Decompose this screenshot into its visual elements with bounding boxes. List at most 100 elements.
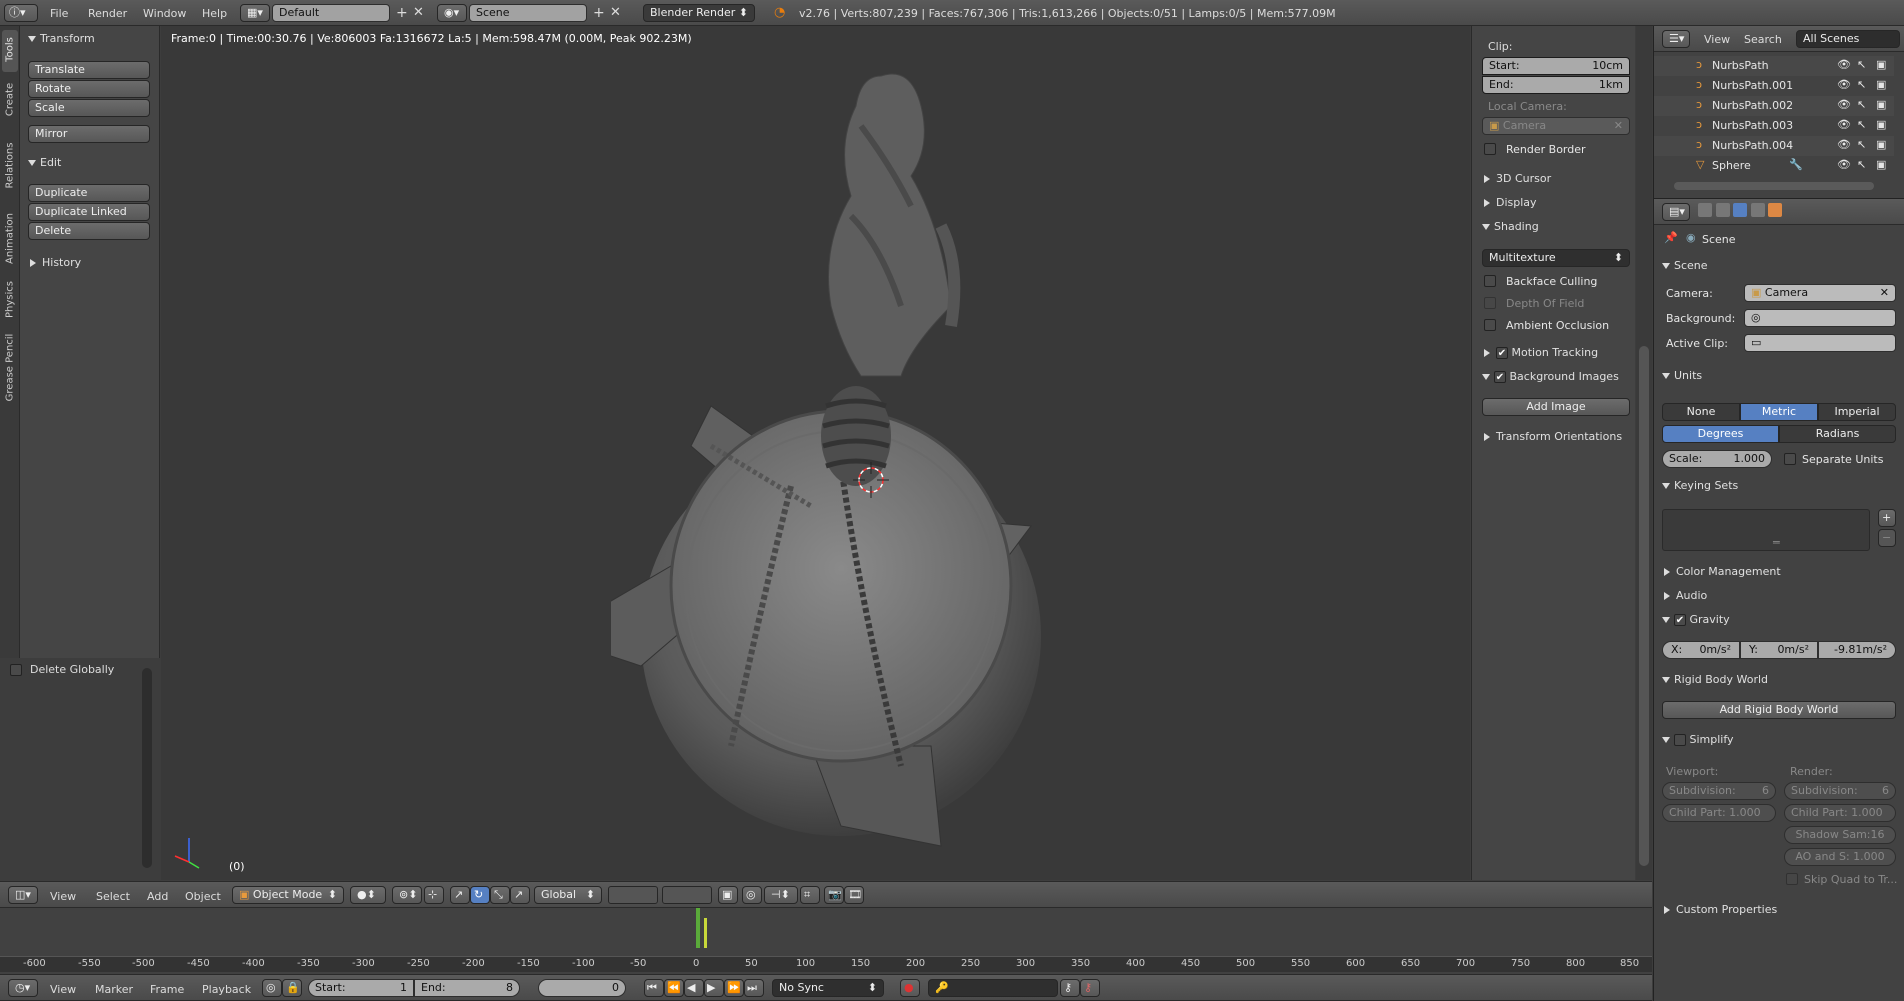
render-engine-select[interactable]: Blender Render ⬍: [643, 4, 755, 22]
transform-orientation-select[interactable]: Global ⬍: [534, 886, 602, 904]
simplify-render-child-particles-field[interactable]: Child Part: 1.000: [1784, 804, 1896, 822]
clip-start-field[interactable]: Start: 10cm: [1482, 57, 1630, 75]
opengl-render-button[interactable]: 📷: [824, 886, 844, 904]
operator-panel-scrollbar[interactable]: [142, 668, 152, 868]
skip-quad-checkbox[interactable]: [1786, 873, 1798, 885]
select-cursor-icon[interactable]: ↖: [1857, 158, 1866, 171]
outliner-row[interactable]: ↄ NurbsPath.002 👁 ↖ ▣: [1654, 96, 1894, 116]
tab-relations[interactable]: Relations: [2, 126, 18, 206]
timeline-area[interactable]: -600 -550 -500 -450 -400 -350 -300 -250 …: [0, 908, 1652, 974]
render-tab-icon[interactable]: [1698, 203, 1712, 217]
play-reverse-button[interactable]: ◀: [684, 979, 704, 997]
3d-viewport[interactable]: Frame:0 | Time:00:30.76 | Ve:806003 Fa:1…: [161, 26, 1470, 880]
backface-culling-checkbox[interactable]: [1484, 275, 1496, 287]
units-panel-header[interactable]: Units: [1662, 369, 1702, 382]
background-images-checkbox[interactable]: [1494, 371, 1506, 383]
jump-keyframe-forward-button[interactable]: ⏩: [724, 979, 744, 997]
pivot-point-select[interactable]: ⊚⬍: [392, 886, 422, 904]
timeline-menu-playback[interactable]: Playback: [202, 983, 251, 996]
add-layout-icon[interactable]: +: [396, 5, 408, 21]
translate-button[interactable]: Translate: [28, 61, 150, 79]
snap-element-button[interactable]: ⊣⬍: [764, 886, 798, 904]
outliner-row[interactable]: ↄ NurbsPath.003 👁 ↖ ▣: [1654, 116, 1894, 136]
texture-tab-icon[interactable]: [1768, 203, 1782, 217]
jump-start-button[interactable]: ⏮: [644, 979, 664, 997]
simplify-render-subdivision-field[interactable]: Subdivision: 6: [1784, 782, 1896, 800]
viewport-shading-select[interactable]: ●⬍: [350, 886, 386, 904]
audio-panel-header[interactable]: Audio: [1664, 589, 1707, 602]
start-frame-field[interactable]: Start: 1: [308, 979, 414, 997]
lock-range-button[interactable]: 🔒: [282, 979, 302, 997]
menu-render[interactable]: Render: [88, 7, 127, 20]
interaction-mode-select[interactable]: ▣ Object Mode ⬍: [232, 886, 344, 904]
proportional-edit-button[interactable]: ◎: [742, 886, 762, 904]
motion-tracking-panel-header[interactable]: Motion Tracking: [1484, 346, 1598, 359]
shading-mode-select[interactable]: Multitexture ⬍: [1482, 249, 1630, 267]
scale-button[interactable]: Scale: [28, 99, 150, 117]
layer-buttons-group-2[interactable]: [662, 886, 712, 904]
scene-panel-header[interactable]: Scene: [1662, 259, 1708, 272]
viewport-scrollbar[interactable]: [1636, 26, 1652, 880]
keying-set-field[interactable]: 🔑: [928, 979, 1058, 997]
auto-keying-button[interactable]: ●: [900, 979, 920, 997]
rotate-button[interactable]: Rotate: [28, 80, 150, 98]
lock-layers-button[interactable]: ▣: [718, 886, 738, 904]
color-management-panel-header[interactable]: Color Management: [1664, 565, 1781, 578]
outliner-menu-view[interactable]: View: [1704, 33, 1730, 46]
keying-sets-panel-header[interactable]: Keying Sets: [1662, 479, 1738, 492]
simplify-checkbox[interactable]: [1674, 734, 1686, 746]
info-editor-type-button[interactable]: ⓘ▾: [4, 4, 38, 22]
sync-mode-select[interactable]: No Sync ⬍: [772, 979, 884, 997]
timeline-menu-marker[interactable]: Marker: [95, 983, 133, 996]
add-image-button[interactable]: Add Image: [1482, 398, 1630, 416]
properties-editor-type-button[interactable]: ▤▾: [1662, 203, 1690, 221]
transform-panel-header[interactable]: Transform: [28, 32, 95, 45]
opengl-anim-button[interactable]: 🎞: [844, 886, 864, 904]
delete-button[interactable]: Delete: [28, 222, 150, 240]
rigid-body-panel-header[interactable]: Rigid Body World: [1662, 673, 1768, 686]
manipulator-toggle[interactable]: ⊹: [424, 886, 444, 904]
gravity-checkbox[interactable]: [1674, 614, 1686, 626]
preview-range-button[interactable]: ◎: [262, 979, 282, 997]
3d-cursor-icon[interactable]: [851, 460, 891, 500]
outliner-row[interactable]: ↄ NurbsPath 👁 ↖ ▣: [1654, 56, 1894, 76]
render-camera-icon[interactable]: ▣: [1876, 58, 1886, 71]
gravity-x-field[interactable]: X: 0m/s²: [1662, 641, 1740, 659]
visibility-eye-icon[interactable]: 👁: [1837, 118, 1851, 131]
background-set-field[interactable]: ◎: [1744, 309, 1896, 327]
ao-sss-field[interactable]: AO and S: 1.000: [1784, 848, 1896, 866]
timeline-current-frame-line[interactable]: [704, 918, 707, 948]
view3d-editor-type-button[interactable]: ◫▾: [8, 886, 38, 904]
render-border-checkbox[interactable]: [1484, 143, 1496, 155]
tab-physics[interactable]: Physics: [2, 276, 18, 326]
current-frame-field[interactable]: 0: [538, 979, 626, 997]
clear-scene-camera-icon[interactable]: ✕: [1880, 285, 1889, 301]
outliner-editor-type-button[interactable]: ☰▾: [1662, 30, 1690, 48]
layer-buttons-group-1[interactable]: [608, 886, 658, 904]
delete-keyframe-button[interactable]: ⚷: [1080, 979, 1100, 997]
separate-units-checkbox[interactable]: [1784, 453, 1796, 465]
shadow-samples-field[interactable]: Shadow Sam:16: [1784, 826, 1896, 844]
menu-file[interactable]: File: [50, 7, 68, 20]
menu-help[interactable]: Help: [202, 7, 227, 20]
viewport-scrollbar-thumb[interactable]: [1639, 346, 1649, 866]
render-camera-icon[interactable]: ▣: [1876, 98, 1886, 111]
gravity-panel-header[interactable]: Gravity: [1662, 613, 1730, 626]
timeline-menu-view[interactable]: View: [50, 983, 76, 996]
add-scene-icon[interactable]: +: [593, 5, 605, 21]
render-layers-tab-icon[interactable]: [1715, 203, 1730, 217]
insert-keyframe-button[interactable]: ⚷: [1060, 979, 1080, 997]
remove-keying-set-button[interactable]: −: [1878, 529, 1896, 547]
select-cursor-icon[interactable]: ↖: [1857, 78, 1866, 91]
render-camera-icon[interactable]: ▣: [1876, 158, 1886, 171]
add-rigid-body-world-button[interactable]: Add Rigid Body World: [1662, 701, 1896, 719]
outliner-row[interactable]: ▽ Sphere 🔧 👁 ↖ ▣: [1654, 156, 1894, 176]
duplicate-linked-button[interactable]: Duplicate Linked: [28, 203, 150, 221]
display-panel-header[interactable]: Display: [1484, 196, 1537, 209]
duplicate-button[interactable]: Duplicate: [28, 184, 150, 202]
select-cursor-icon[interactable]: ↖: [1857, 98, 1866, 111]
simplify-viewport-subdivision-field[interactable]: Subdivision: 6: [1662, 782, 1776, 800]
view3d-menu-add[interactable]: Add: [147, 890, 168, 903]
simplify-viewport-child-particles-field[interactable]: Child Part: 1.000: [1662, 804, 1776, 822]
select-cursor-icon[interactable]: ↖: [1857, 138, 1866, 151]
